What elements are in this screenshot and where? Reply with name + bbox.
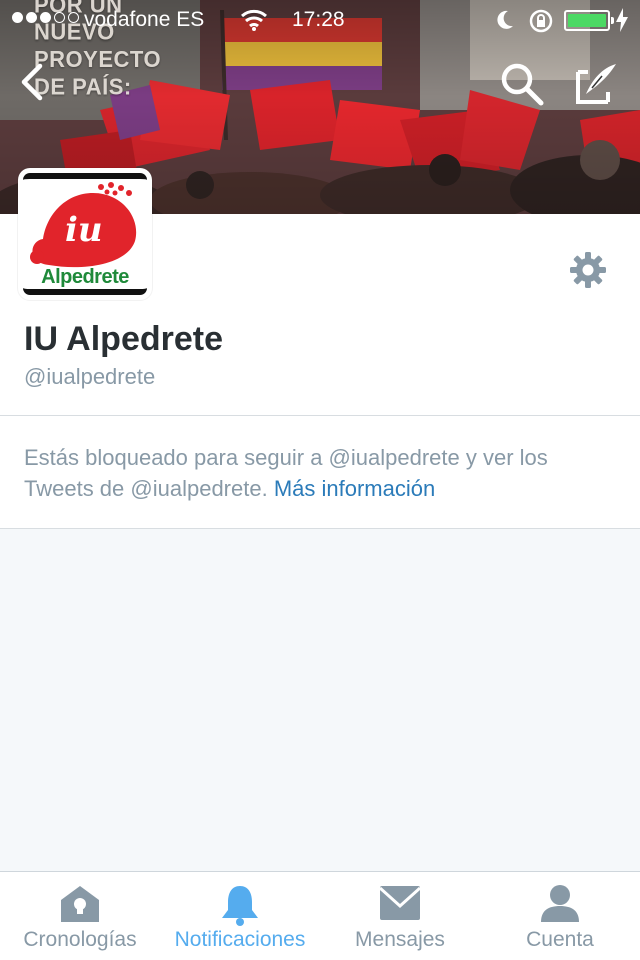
bell-icon [222,886,258,926]
battery-fill [568,14,606,27]
tab-label: Notificaciones [174,928,306,951]
home-icon [61,886,99,922]
search-icon[interactable] [498,60,546,108]
profile-handle: @iualpedrete [24,364,156,389]
status-bar: vodafone ES 17:28 [0,0,640,40]
rotation-lock-icon [529,9,553,33]
profile-name: IU Alpedrete [24,320,224,358]
compose-tweet-icon[interactable] [572,58,622,108]
clock: 17:28 [292,8,345,31]
tab-account[interactable]: Cuenta [480,872,640,960]
tab-label: Cronologías [23,928,137,951]
back-arrow-icon[interactable] [14,58,54,106]
charging-icon [616,8,628,32]
avatar[interactable]: iu Alpedrete [18,168,152,300]
svg-text:iu: iu [65,210,103,250]
tab-timelines[interactable]: Cronologías [0,872,160,960]
avatar-image: iu Alpedrete [23,173,147,295]
tab-label: Cuenta [526,928,594,951]
gear-icon[interactable] [568,250,608,290]
avatar-logo-text: Alpedrete [41,266,129,288]
carrier-name: vodafone ES [84,8,205,31]
signal-strength-icon [12,12,79,23]
blocked-notice: Estás bloqueado para seguir a @iualpedre… [0,416,640,529]
wifi-icon [241,9,267,31]
tab-messages[interactable]: Mensajes [320,872,480,960]
envelope-icon [378,886,422,920]
tab-bar: Cronologías Notificaciones Mensajes Cuen… [0,871,640,960]
more-info-link[interactable]: Más información [274,476,435,501]
tab-notifications[interactable]: Notificaciones [160,872,320,960]
do-not-disturb-icon [497,10,513,29]
person-icon [541,885,579,922]
battery-icon [564,10,614,31]
tab-label: Mensajes [355,928,445,951]
